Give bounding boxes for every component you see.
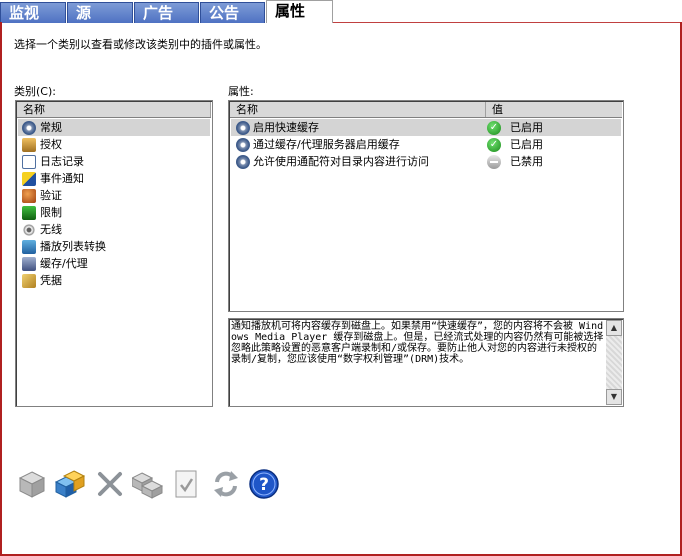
copy-button[interactable] (132, 468, 164, 500)
properties-icon (175, 470, 197, 498)
tab-bar: 监视 源 广告 公告 属性 (0, 0, 682, 23)
delete-icon (98, 472, 122, 496)
category-item-label: 播放列表转换 (40, 240, 106, 253)
category-item-label: 授权 (40, 138, 62, 151)
checkmark-icon: ✓ (487, 121, 501, 135)
scroll-up-button[interactable]: ▲ (606, 320, 622, 336)
category-item-cache-proxy[interactable]: 缓存/代理 (18, 255, 210, 272)
category-list[interactable]: 名称 常规 授权 日志记录 事件通知 验证 限制 无线 播放列表转换 缓存/代理… (15, 100, 213, 407)
property-row[interactable]: 启用快速缓存 ✓ 已启用 (231, 119, 621, 136)
property-value-column[interactable]: 值 (486, 102, 622, 117)
property-description-text: 通知播放机可将内容缓存到磁盘上。如果禁用“快速缓存”，您的内容将不会被 Wind… (231, 321, 604, 365)
category-list-header[interactable]: 名称 (17, 102, 211, 118)
svg-text:?: ? (259, 475, 269, 495)
category-item-playlist-transform[interactable]: 播放列表转换 (18, 238, 210, 255)
add-plugin-button[interactable] (54, 468, 86, 500)
property-row[interactable]: 通过缓存/代理服务器启用缓存 ✓ 已启用 (231, 136, 621, 153)
tab-sources[interactable]: 源 (67, 2, 133, 23)
category-item-label: 日志记录 (40, 155, 84, 168)
properties-list-header[interactable]: 名称 值 (230, 102, 622, 118)
category-item-label: 验证 (40, 189, 62, 202)
tab-properties[interactable]: 属性 (266, 0, 333, 23)
users-icon (22, 189, 36, 203)
gear-icon (236, 138, 250, 152)
property-name: 通过缓存/代理服务器启用缓存 (253, 138, 400, 151)
copy-icon (132, 472, 164, 499)
category-item-label: 无线 (40, 223, 62, 236)
enable-plugin-button[interactable] (16, 468, 48, 500)
help-button[interactable]: ? (248, 468, 280, 500)
category-item-authentication[interactable]: 验证 (18, 187, 210, 204)
event-icon (22, 172, 36, 186)
categories-label: 类别(C): (14, 85, 56, 98)
key-icon (22, 274, 36, 288)
category-item-credentials[interactable]: 凭据 (18, 272, 210, 289)
properties-label: 属性: (228, 85, 254, 98)
add-plugin-icon (54, 470, 86, 498)
property-value: 已启用 (510, 121, 543, 134)
refresh-button[interactable] (210, 468, 242, 500)
delete-button[interactable] (94, 468, 126, 500)
cube-icon (18, 471, 46, 498)
page-description: 选择一个类别以查看或修改该类别中的插件或属性。 (14, 38, 267, 51)
category-item-label: 常规 (40, 121, 62, 134)
category-item-label: 缓存/代理 (40, 257, 88, 270)
property-name: 启用快速缓存 (253, 121, 319, 134)
checkmark-icon: ✓ (487, 138, 501, 152)
help-icon: ? (249, 469, 279, 499)
disabled-icon (487, 155, 501, 169)
gear-icon (22, 121, 36, 135)
category-item-limits[interactable]: 限制 (18, 204, 210, 221)
category-item-label: 凭据 (40, 274, 62, 287)
tab-announcements[interactable]: 公告 (200, 2, 265, 23)
properties-list[interactable]: 名称 值 启用快速缓存 ✓ 已启用 通过缓存/代理服务器启用缓存 ✓ 已启用 允… (228, 100, 624, 312)
category-item-authorization[interactable]: 授权 (18, 136, 210, 153)
property-description-box[interactable]: 通知播放机可将内容缓存到磁盘上。如果禁用“快速缓存”，您的内容将不会被 Wind… (228, 318, 624, 407)
lock-icon (22, 138, 36, 152)
cache-icon (22, 257, 36, 271)
category-item-wireless[interactable]: 无线 (18, 221, 210, 238)
property-value: 已禁用 (510, 155, 543, 168)
category-item-label: 事件通知 (40, 172, 84, 185)
description-scrollbar[interactable]: ▲ ▼ (606, 320, 622, 405)
refresh-icon (214, 471, 238, 497)
properties-button[interactable] (170, 468, 202, 500)
category-item-logging[interactable]: 日志记录 (18, 153, 210, 170)
scroll-down-button[interactable]: ▼ (606, 389, 622, 405)
property-name-column[interactable]: 名称 (230, 102, 486, 117)
tab-monitor[interactable]: 监视 (0, 2, 66, 23)
playlist-icon (22, 240, 36, 254)
category-item-event-notification[interactable]: 事件通知 (18, 170, 210, 187)
property-row[interactable]: 允许使用通配符对目录内容进行访问 已禁用 (231, 153, 621, 170)
wireless-icon (22, 223, 36, 237)
category-item-general[interactable]: 常规 (18, 119, 210, 136)
property-value: 已启用 (510, 138, 543, 151)
limit-icon (22, 206, 36, 220)
tab-ads[interactable]: 广告 (134, 2, 199, 23)
log-icon (22, 155, 36, 169)
gear-icon (236, 121, 250, 135)
category-name-column[interactable]: 名称 (17, 102, 211, 117)
category-item-label: 限制 (40, 206, 62, 219)
gear-icon (236, 155, 250, 169)
property-name: 允许使用通配符对目录内容进行访问 (253, 155, 429, 168)
